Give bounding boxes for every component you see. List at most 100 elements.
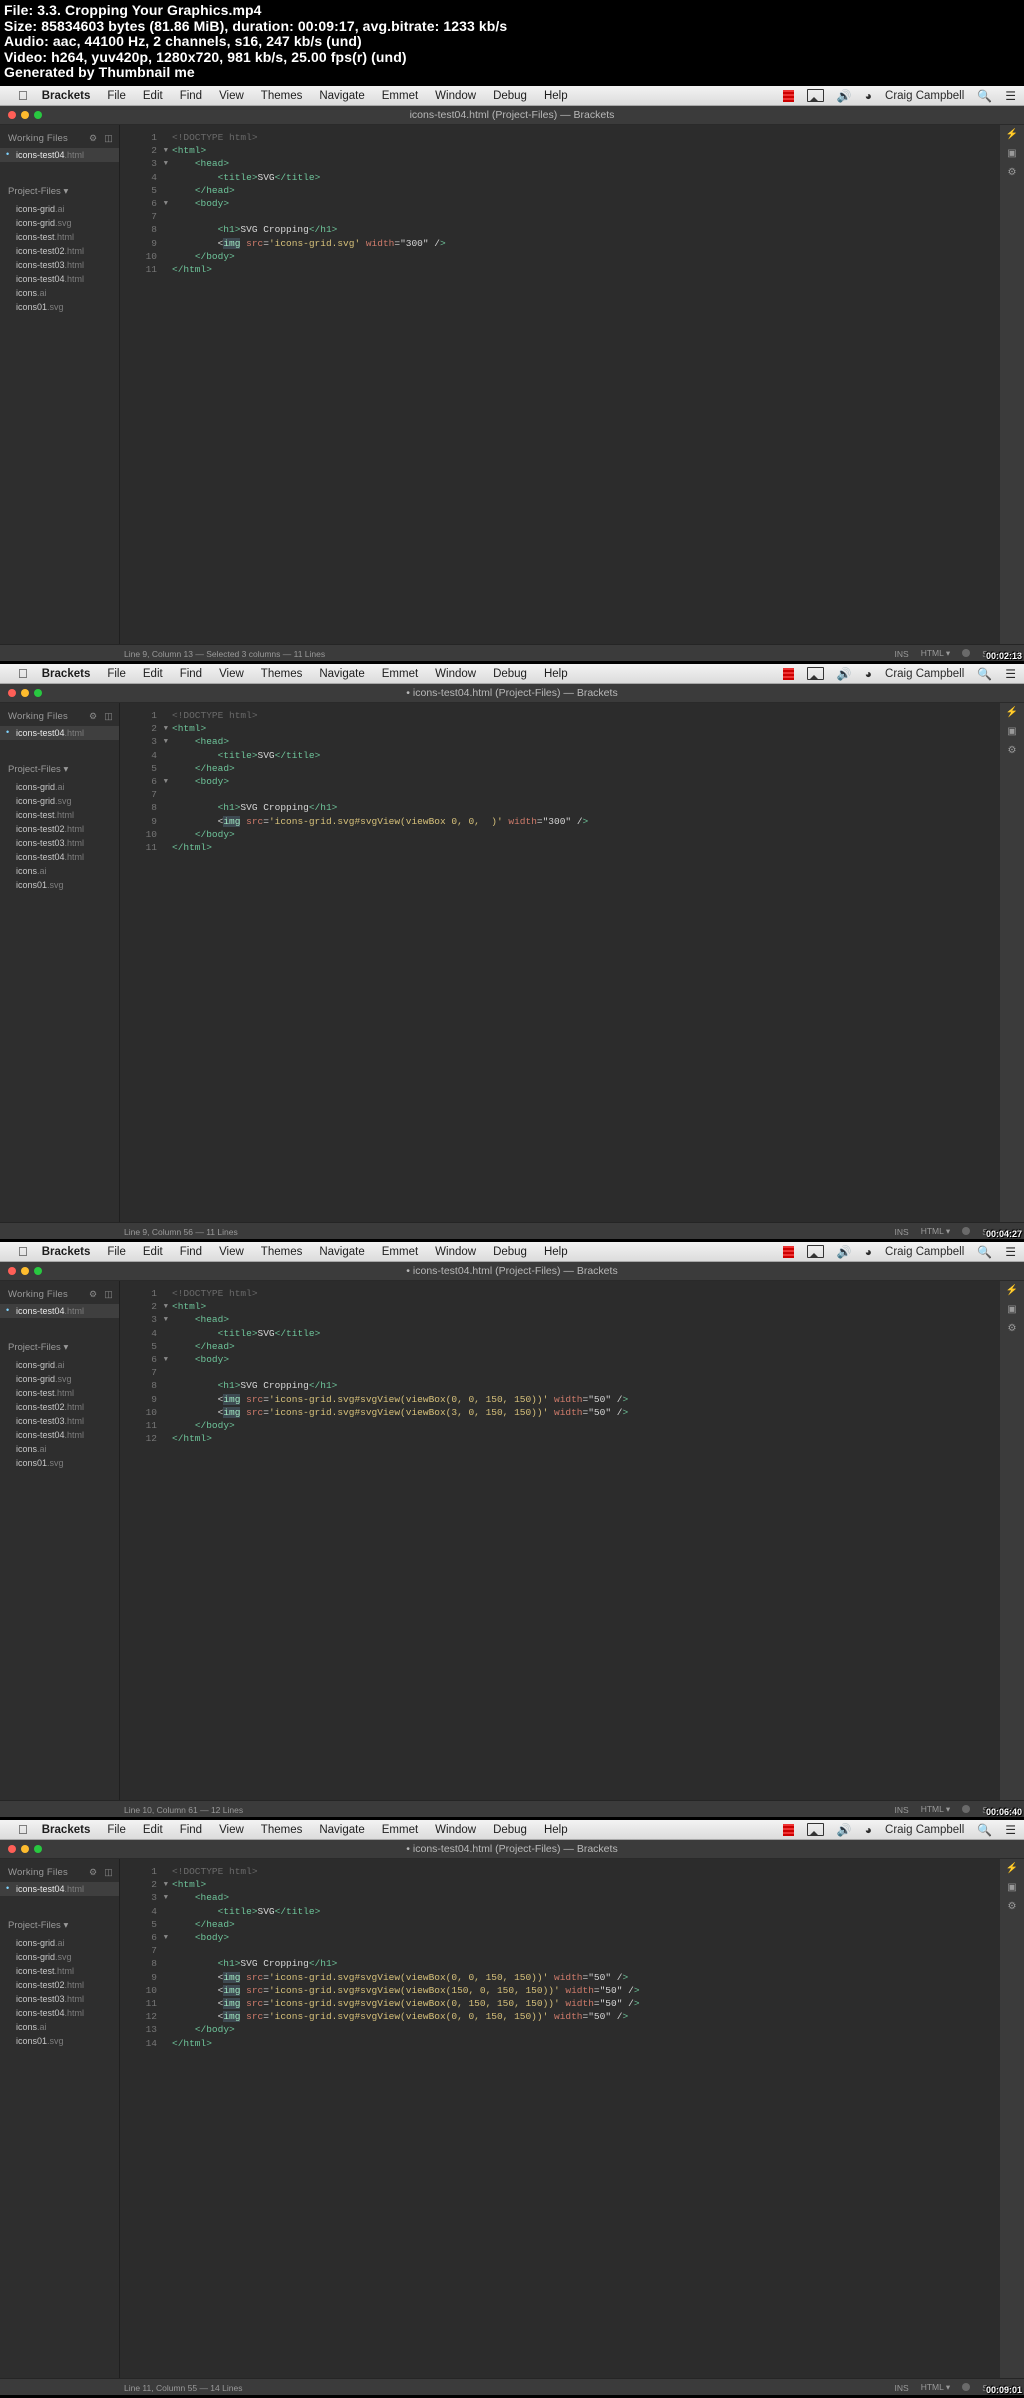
code-line[interactable]: <img src='icons-grid.svg#svgView(viewBox… [172,1393,1000,1406]
project-file-item[interactable]: icons.ai [0,1442,119,1456]
project-files-header[interactable]: Project-Files ▾ [0,754,119,780]
airplay-icon[interactable] [806,89,824,102]
airplay-icon[interactable] [806,667,824,680]
notification-list-icon[interactable]: ☰ [1005,89,1016,103]
menu-item-window[interactable]: Window [435,1824,476,1836]
project-file-item[interactable]: icons-grid.ai [0,1936,119,1950]
menu-item-emmet[interactable]: Emmet [382,1246,418,1258]
maximize-icon[interactable] [34,1845,42,1853]
menu-item-debug[interactable]: Debug [493,90,527,102]
menu-item-debug[interactable]: Debug [493,1824,527,1836]
project-file-item[interactable]: icons-test04.html [0,2006,119,2020]
close-icon[interactable] [8,689,16,697]
code-content[interactable]: <!DOCTYPE html> <html> <head> <title>SVG<… [160,1859,1000,2378]
menu-item-debug[interactable]: Debug [493,1246,527,1258]
lock-icon[interactable] [962,2382,971,2393]
volume-icon[interactable]: 🔊 [837,1245,852,1259]
code-fold-arrow[interactable]: ▼ [164,1932,168,1945]
project-files-header[interactable]: Project-Files ▾ [0,1332,119,1358]
project-file-item[interactable]: icons-test.html [0,1386,119,1400]
close-icon[interactable] [8,111,16,119]
code-line[interactable]: <!DOCTYPE html> [172,131,1000,144]
maximize-icon[interactable] [34,689,42,697]
menu-item-edit[interactable]: Edit [143,1246,163,1258]
notification-list-icon[interactable]: ☰ [1005,667,1016,681]
search-icon[interactable]: 🔍 [977,1245,992,1259]
gear-icon[interactable]: ⚙ [89,711,97,722]
code-line[interactable]: <html> [172,1878,1000,1891]
code-line[interactable]: <head> [172,1313,1000,1326]
menu-item-help[interactable]: Help [544,668,568,680]
split-view-icon[interactable]: ◫ [104,1867,113,1878]
code-line[interactable]: <head> [172,157,1000,170]
cursor-position-status[interactable]: Line 9, Column 13 — Selected 3 columns —… [124,649,883,659]
code-content[interactable]: <!DOCTYPE html> <html> <head> <title>SVG<… [160,125,1000,644]
no-distraction-icon[interactable]: ⚙ [1000,746,1024,756]
project-file-item[interactable]: icons-grid.svg [0,794,119,808]
menu-item-brackets[interactable]: Brackets [42,1824,91,1836]
wifi-icon[interactable]: ◕ [865,667,872,681]
menu-item-find[interactable]: Find [180,90,202,102]
notification-list-icon[interactable]: ☰ [1005,1823,1016,1837]
menu-item-find[interactable]: Find [180,668,202,680]
menubar-user-name[interactable]: Craig Campbell [885,1246,964,1258]
insert-mode-status[interactable]: INS [895,2383,909,2393]
menu-item-help[interactable]: Help [544,1246,568,1258]
menubar-user-name[interactable]: Craig Campbell [885,668,964,680]
close-icon[interactable] [8,1267,16,1275]
code-line[interactable]: <img src='icons-grid.svg#svgView(viewBox… [172,1971,1000,1984]
project-file-item[interactable]: icons-test.html [0,808,119,822]
code-line[interactable]: </head> [172,762,1000,775]
project-file-item[interactable]: icons-grid.svg [0,1372,119,1386]
wifi-icon[interactable]: ◕ [865,1823,872,1837]
code-fold-arrow[interactable]: ▼ [164,1301,168,1314]
project-file-item[interactable]: icons-test.html [0,1964,119,1978]
live-preview-icon[interactable]: ⚡ [1000,130,1024,140]
gear-icon[interactable]: ⚙ [89,1867,97,1878]
chevron-down-icon[interactable]: ▾ [946,2382,950,2392]
code-line[interactable]: <img src='icons-grid.svg#svgView(viewBox… [172,2010,1000,2023]
menu-item-navigate[interactable]: Navigate [319,90,364,102]
insert-mode-status[interactable]: INS [895,649,909,659]
menu-item-help[interactable]: Help [544,1824,568,1836]
code-fold-arrow[interactable]: ▼ [164,1354,168,1367]
menu-item-edit[interactable]: Edit [143,668,163,680]
code-fold-arrow[interactable]: ▼ [164,776,168,789]
wifi-icon[interactable]: ◕ [865,89,872,103]
chevron-down-icon[interactable]: ▾ [63,186,68,197]
code-line[interactable]: <h1>SVG Cropping</h1> [172,1379,1000,1392]
project-file-item[interactable]: icons-test04.html [0,1428,119,1442]
working-file-item[interactable]: icons-test04.html [0,1882,119,1896]
language-selector[interactable]: HTML ▾ [921,1804,950,1815]
project-file-item[interactable]: icons.ai [0,864,119,878]
project-file-item[interactable]: icons-grid.ai [0,1358,119,1372]
menubar-user-name[interactable]: Craig Campbell [885,90,964,102]
working-file-item[interactable]: icons-test04.html [0,148,119,162]
minimize-icon[interactable] [21,1845,29,1853]
gear-icon[interactable]: ⚙ [89,133,97,144]
code-editor[interactable]: 1 2 ▼ 3 ▼ 4 5 6 ▼ 7 8 9 10 11 <!DOCTYPE html> <html> <… [120,703,1024,1222]
record-icon[interactable] [782,1823,794,1836]
code-fold-arrow[interactable]: ▼ [164,1879,168,1892]
cursor-position-status[interactable]: Line 9, Column 56 — 11 Lines [124,1227,883,1237]
wifi-icon[interactable]: ◕ [865,1245,872,1259]
code-line[interactable]: </head> [172,1918,1000,1931]
menu-item-themes[interactable]: Themes [261,90,303,102]
project-file-item[interactable]: icons-test03.html [0,258,119,272]
menu-item-emmet[interactable]: Emmet [382,90,418,102]
code-line[interactable]: <title>SVG</title> [172,1905,1000,1918]
project-files-header[interactable]: Project-Files ▾ [0,1910,119,1936]
code-line[interactable]: <h1>SVG Cropping</h1> [172,1957,1000,1970]
lock-icon[interactable] [962,1804,971,1815]
no-distraction-icon[interactable]: ⚙ [1000,1324,1024,1334]
code-line[interactable]: <title>SVG</title> [172,1327,1000,1340]
project-file-item[interactable]: icons-grid.ai [0,780,119,794]
code-content[interactable]: <!DOCTYPE html> <html> <head> <title>SVG<… [160,703,1000,1222]
no-distraction-icon[interactable]: ⚙ [1000,168,1024,178]
insert-mode-status[interactable]: INS [895,1805,909,1815]
code-content[interactable]: <!DOCTYPE html> <html> <head> <title>SVG<… [160,1281,1000,1800]
volume-icon[interactable]: 🔊 [837,1823,852,1837]
code-line[interactable]: <head> [172,1891,1000,1904]
code-line[interactable]: <title>SVG</title> [172,749,1000,762]
code-line[interactable]: <body> [172,197,1000,210]
